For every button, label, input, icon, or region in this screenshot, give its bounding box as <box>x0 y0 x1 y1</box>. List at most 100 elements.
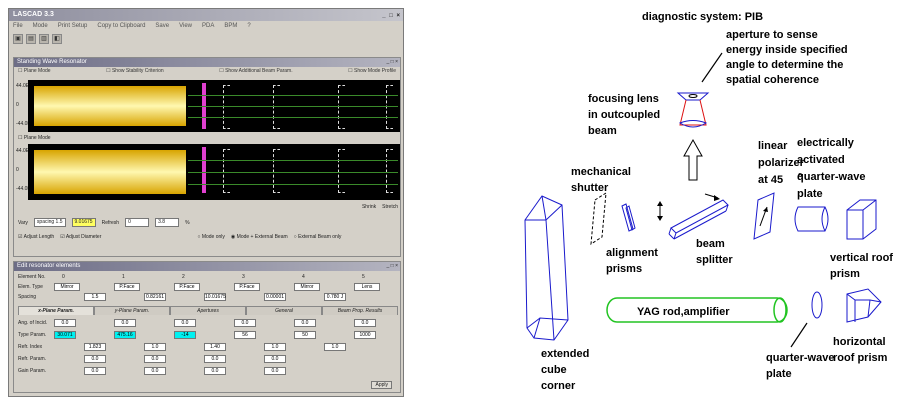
elem-type-select[interactable]: Mirror <box>294 283 320 291</box>
aperture-label-line: aperture to sense <box>726 29 818 41</box>
param-field[interactable]: 0.0 <box>204 367 226 375</box>
print-icon[interactable]: ▥ <box>39 34 49 44</box>
param-field[interactable]: 0.0 <box>354 319 376 327</box>
menu-item[interactable]: File <box>13 21 23 31</box>
param-field[interactable]: 0.0 <box>84 367 106 375</box>
beam-splitter-edge <box>673 210 727 240</box>
elem-type-label: Elem. Type <box>18 284 43 290</box>
laser-diagram: diagnostic system: PIB aperture to sense… <box>524 11 893 392</box>
menu-item[interactable]: ? <box>247 21 250 31</box>
menubar: File Mode Print Setup Copy to Clipboard … <box>9 21 403 31</box>
param-tabs: x-Plane Param. y-Plane Param. Apertures … <box>18 306 398 315</box>
param-field[interactable]: 0.0 <box>294 319 316 327</box>
window-title: LASCAD 3.3 <box>13 11 54 18</box>
menu-item[interactable]: View <box>179 21 192 31</box>
mode-only-radio[interactable]: ○ Mode only <box>197 234 225 240</box>
vary-controls: Vary spacing 1.5 9.01675 Refresh 0 3.8 % <box>18 218 190 227</box>
mode-external-radio[interactable]: ◉ Mode + External Beam <box>231 234 288 240</box>
menu-item[interactable]: BPM <box>224 21 237 31</box>
tab-x-plane[interactable]: x-Plane Param. <box>18 306 94 315</box>
subwindow-controls[interactable]: _ □ × <box>387 58 399 67</box>
param-field[interactable]: 0.0 <box>114 319 136 327</box>
param-field[interactable]: 1.0 <box>324 343 346 351</box>
stretch-button[interactable]: Stretch <box>382 204 398 210</box>
tick-label: 0 <box>16 167 19 173</box>
subwindow-controls[interactable]: _ □ × <box>387 262 399 271</box>
menu-item[interactable]: Save <box>155 21 169 31</box>
element-marker <box>338 149 345 193</box>
additional-param-checkbox[interactable]: ☐ Show Additional Beam Param. <box>219 67 292 76</box>
param-field[interactable]: 1.40 <box>204 343 226 351</box>
spacing-field[interactable]: 0.82161 <box>144 293 166 301</box>
alignment-label: alignment <box>606 247 658 259</box>
param-field[interactable]: 1.0 <box>144 343 166 351</box>
param-field[interactable]: 0.0 <box>264 367 286 375</box>
param-field[interactable]: 0.0 <box>264 355 286 363</box>
refresh-field[interactable]: 0 <box>125 218 150 227</box>
eo-plate-face <box>821 206 826 232</box>
save-icon[interactable]: ▤ <box>26 34 36 44</box>
element-number: 2 <box>182 274 185 280</box>
y-plane-plot[interactable] <box>28 144 400 200</box>
spacing-field[interactable]: 0.780 J <box>324 293 346 301</box>
spacing-field[interactable]: 1.5 <box>84 293 106 301</box>
tab-general[interactable]: General <box>246 306 322 315</box>
param-field[interactable]: 1000 <box>354 331 376 339</box>
param-field[interactable]: 1.0 <box>264 343 286 351</box>
param-field[interactable]: 0.0 <box>174 319 196 327</box>
menu-item[interactable]: Print Setup <box>58 21 88 31</box>
tab-apertures[interactable]: Apertures <box>170 306 246 315</box>
window-titlebar: LASCAD 3.3 _ □ × <box>9 9 403 21</box>
plane-mode-checkbox[interactable]: ☐ Plane Mode <box>18 67 51 76</box>
shrink-button[interactable]: Shrink <box>362 204 376 210</box>
spacing-field[interactable]: 10.01675 <box>204 293 226 301</box>
spacing-field[interactable]: 0.00001 <box>264 293 286 301</box>
tool-icon[interactable]: ◧ <box>52 34 62 44</box>
refresh-field-2[interactable]: 3.8 <box>155 218 180 227</box>
quarter-wave-label: plate <box>766 368 792 380</box>
resonator-subwindow: Standing Wave Resonator _ □ × ☐ Plane Mo… <box>13 57 401 257</box>
beam-splitter-label: splitter <box>696 254 733 266</box>
menu-item[interactable]: Copy to Clipboard <box>97 21 145 31</box>
eo-plate-label: plate <box>797 188 823 200</box>
apply-button[interactable]: Apply <box>371 381 392 389</box>
external-only-radio[interactable]: ○ External Beam only <box>294 234 342 240</box>
param-row-label: Gain Param. <box>18 368 47 374</box>
param-field[interactable]: 50 <box>294 331 316 339</box>
param-field[interactable]: 1.823 <box>84 343 106 351</box>
crystal-marker <box>202 147 206 193</box>
param-field[interactable]: 30.071 <box>54 331 76 339</box>
open-icon[interactable]: ▣ <box>13 34 23 44</box>
param-field[interactable]: 0.0 <box>204 355 226 363</box>
adjust-length-checkbox[interactable]: ☑ Adjust Length <box>18 234 54 240</box>
param-field[interactable]: 56 <box>234 331 256 339</box>
tab-results[interactable]: Beam Prop. Results <box>322 306 398 315</box>
param-field[interactable]: -14 <box>174 331 196 339</box>
menu-item[interactable]: PDA <box>202 21 214 31</box>
elem-type-select[interactable]: P.Face <box>174 283 200 291</box>
elem-type-select[interactable]: Mirror <box>54 283 80 291</box>
param-field[interactable]: 0.0 <box>144 367 166 375</box>
shutter-label: mechanical <box>571 166 631 178</box>
param-field[interactable]: 0.0 <box>234 319 256 327</box>
elem-type-select[interactable]: P.Face <box>234 283 260 291</box>
vary-select[interactable]: spacing 1.5 <box>33 218 66 227</box>
tab-y-plane[interactable]: y-Plane Param. <box>94 306 170 315</box>
param-field[interactable]: 0.0 <box>54 319 76 327</box>
vary-value[interactable]: 9.01675 <box>71 218 96 227</box>
x-plane-plot[interactable] <box>28 80 400 132</box>
adjust-diameter-checkbox[interactable]: ☑ Adjust Diameter <box>60 234 101 240</box>
elem-type-select[interactable]: Lens <box>354 283 380 291</box>
mode-profile-checkbox[interactable]: ☐ Show Mode Profile <box>348 67 396 76</box>
tick-label: 0 <box>16 102 19 108</box>
beam-profile <box>34 150 186 194</box>
param-field[interactable]: 475.16 <box>114 331 136 339</box>
stability-checkbox[interactable]: ☐ Show Stability Criterion <box>106 67 164 76</box>
spacing-label: Spacing <box>18 294 37 300</box>
menu-item[interactable]: Mode <box>33 21 48 31</box>
window-controls[interactable]: _ □ × <box>382 10 401 22</box>
elem-type-select[interactable]: P.Face <box>114 283 140 291</box>
beam-ray <box>188 95 398 96</box>
param-field[interactable]: 0.0 <box>144 355 166 363</box>
param-field[interactable]: 0.0 <box>84 355 106 363</box>
